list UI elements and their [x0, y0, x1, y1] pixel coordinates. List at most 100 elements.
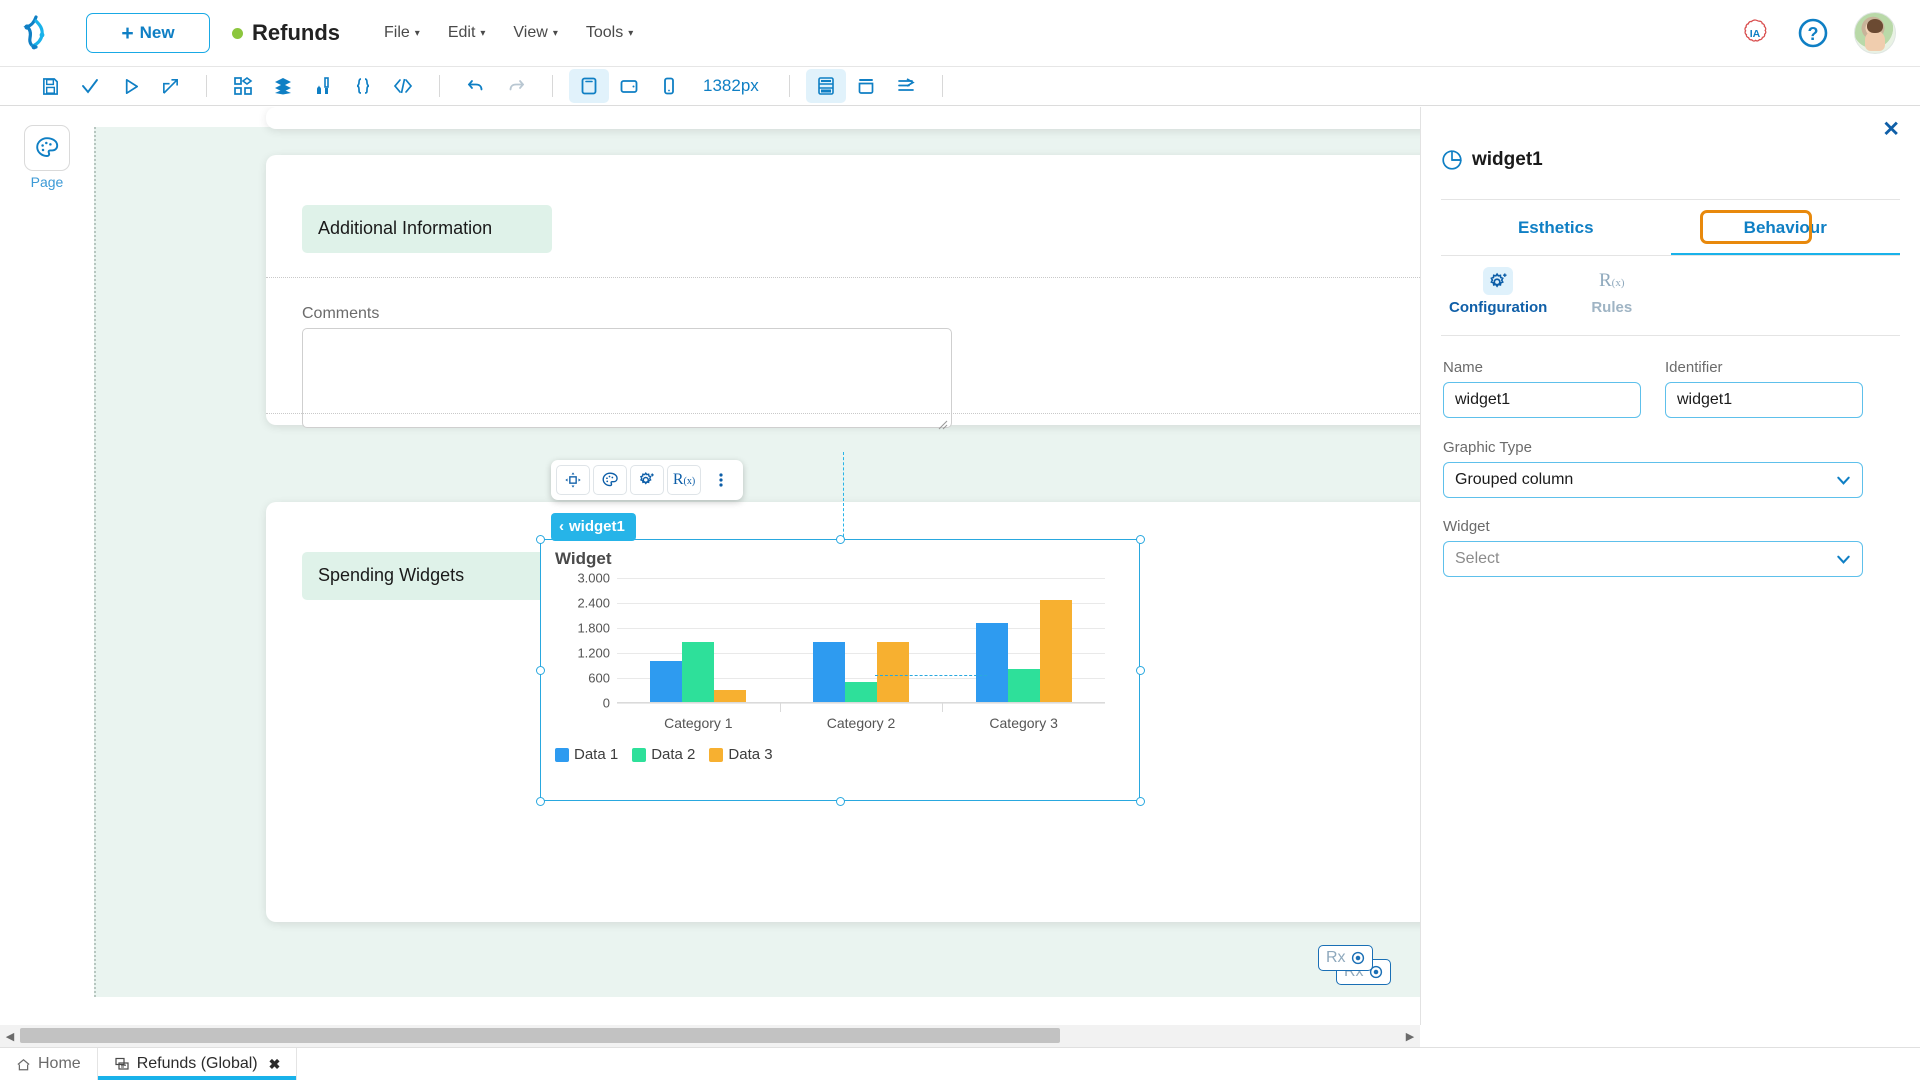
status-dot-icon	[232, 28, 243, 39]
publish-export-icon[interactable]	[150, 69, 190, 103]
chart-category-label: Category 3	[989, 715, 1057, 731]
components-grid-icon[interactable]	[223, 69, 263, 103]
chart-ytick-label: 1.200	[577, 646, 610, 661]
selected-widget-frame[interactable]: Widget 3.0002.4001.8001.2006000 Category…	[540, 539, 1140, 801]
canvas-page-area[interactable]: Additional Information Comments Spending…	[94, 127, 1420, 997]
chevron-left-icon: ‹	[559, 518, 564, 535]
chart-x-axis	[617, 702, 1105, 703]
resize-handle-mr[interactable]	[1136, 666, 1145, 675]
panel-subtabs: Configuration R(x) Rules	[1449, 267, 1632, 316]
align-icon[interactable]	[886, 69, 926, 103]
scrollbar-track[interactable]	[20, 1025, 1400, 1047]
field-group-name: Name	[1443, 359, 1641, 418]
panel-tabs: Esthetics Behaviour	[1441, 200, 1900, 256]
graphic-type-select[interactable]: Grouped column	[1443, 462, 1863, 498]
menu-file[interactable]: File ▾	[384, 24, 420, 42]
tab-behaviour[interactable]: Behaviour	[1671, 200, 1901, 256]
settings-gear-icon[interactable]	[630, 465, 664, 495]
chart-category-group	[780, 578, 943, 702]
resize-handle-tc[interactable]	[836, 535, 845, 544]
chevron-down-icon: ▾	[628, 28, 633, 39]
mobile-preview-icon[interactable]	[649, 69, 689, 103]
ia-badge-icon[interactable]: IA	[1738, 16, 1772, 50]
toolbar-divider	[789, 75, 790, 97]
avatar[interactable]	[1854, 12, 1896, 54]
app-header: + New Refunds File ▾ Edit ▾ View ▾ Tools…	[0, 0, 1920, 66]
help-icon[interactable]: ?	[1796, 16, 1830, 50]
toolbar-divider	[439, 75, 440, 97]
chart-category-tick	[780, 703, 781, 712]
chart-legend-item: Data 3	[709, 746, 772, 763]
undo-icon[interactable]	[456, 69, 496, 103]
chart-ytick-label: 1.800	[577, 621, 610, 636]
chart-ytick-label: 3.000	[577, 571, 610, 586]
menu-edit-label: Edit	[448, 24, 476, 42]
rx-chip-primary[interactable]: Rx	[1318, 945, 1373, 971]
field-group-graphic-type: Graphic Type Grouped column	[1443, 439, 1863, 498]
name-input[interactable]	[1443, 382, 1641, 418]
graphic-type-label: Graphic Type	[1443, 439, 1863, 456]
save-icon[interactable]	[30, 69, 70, 103]
resize-handle-tl[interactable]	[536, 535, 545, 544]
tab-esthetics[interactable]: Esthetics	[1441, 200, 1671, 256]
menu-view[interactable]: View ▾	[513, 24, 557, 42]
resize-handle-bl[interactable]	[536, 797, 545, 806]
bottom-tab-refunds[interactable]: Refunds (Global) ✖	[98, 1048, 297, 1080]
subtab-configuration[interactable]: Configuration	[1449, 267, 1547, 316]
close-icon[interactable]: ✖	[269, 1056, 281, 1073]
left-rail: Page	[0, 107, 94, 1025]
tablet-preview-icon[interactable]	[609, 69, 649, 103]
menu-bar: File ▾ Edit ▾ View ▾ Tools ▾	[384, 24, 633, 42]
section-title-band[interactable]: Spending Widgets	[302, 552, 552, 600]
menu-edit[interactable]: Edit ▾	[448, 24, 486, 42]
row-divider	[266, 277, 1420, 278]
palette-icon[interactable]	[593, 465, 627, 495]
layers-stack-icon[interactable]	[263, 69, 303, 103]
canvas-horizontal-scrollbar[interactable]: ◀ ▶	[0, 1025, 1420, 1047]
resize-handle-bc[interactable]	[836, 797, 845, 806]
resize-handle-br[interactable]	[1136, 797, 1145, 806]
design-canvas[interactable]: Additional Information Comments Spending…	[94, 107, 1420, 1025]
move-widget-icon[interactable]	[556, 465, 590, 495]
container-icon[interactable]	[846, 69, 886, 103]
close-icon[interactable]: ✕	[1882, 119, 1900, 140]
identifier-label: Identifier	[1665, 359, 1863, 376]
bottom-tab-home[interactable]: Home	[0, 1048, 97, 1080]
canvas-width-label[interactable]: 1382px	[703, 76, 759, 96]
widget-select[interactable]: Select	[1443, 541, 1863, 577]
rules-rx-icon[interactable]: R(x)	[667, 465, 701, 495]
run-play-icon[interactable]	[110, 69, 150, 103]
section-title-band[interactable]: Additional Information	[302, 205, 552, 253]
grid-rows-icon[interactable]	[806, 69, 846, 103]
canvas-card-top	[266, 107, 1420, 129]
subtab-rules[interactable]: R(x) Rules	[1591, 267, 1632, 316]
scroll-left-arrow-icon[interactable]: ◀	[0, 1025, 20, 1047]
more-options-icon[interactable]	[704, 465, 738, 495]
bottom-tab-divider	[296, 1048, 297, 1080]
scrollbar-thumb[interactable]	[20, 1028, 1060, 1043]
panel-divider	[1441, 255, 1900, 256]
menu-tools-label: Tools	[586, 24, 623, 42]
scroll-right-arrow-icon[interactable]: ▶	[1400, 1025, 1420, 1047]
validate-check-icon[interactable]	[70, 69, 110, 103]
new-button[interactable]: + New	[86, 13, 210, 53]
redo-icon[interactable]	[496, 69, 536, 103]
menu-tools[interactable]: Tools ▾	[586, 24, 633, 42]
widget-selection-chip[interactable]: ‹ widget1	[551, 513, 636, 541]
resize-handle-ml[interactable]	[536, 666, 545, 675]
resize-handle-tr[interactable]	[1136, 535, 1145, 544]
chart-legend: Data 1Data 2Data 3	[555, 746, 773, 763]
field-group-identifier: Identifier	[1665, 359, 1863, 418]
panel-divider	[1441, 335, 1900, 336]
canvas-section-additional-information[interactable]: Additional Information Comments	[266, 155, 1420, 425]
chart-bar	[1008, 669, 1040, 702]
subtab-rules-label: Rules	[1591, 299, 1632, 316]
desktop-preview-icon[interactable]	[569, 69, 609, 103]
frog-logo-icon[interactable]	[0, 13, 72, 53]
data-pipeline-icon[interactable]	[303, 69, 343, 103]
sidebar-item-page[interactable]: Page	[17, 125, 77, 190]
panel-header: widget1	[1441, 149, 1543, 171]
code-icon[interactable]	[383, 69, 423, 103]
braces-icon[interactable]	[343, 69, 383, 103]
identifier-input[interactable]	[1665, 382, 1863, 418]
